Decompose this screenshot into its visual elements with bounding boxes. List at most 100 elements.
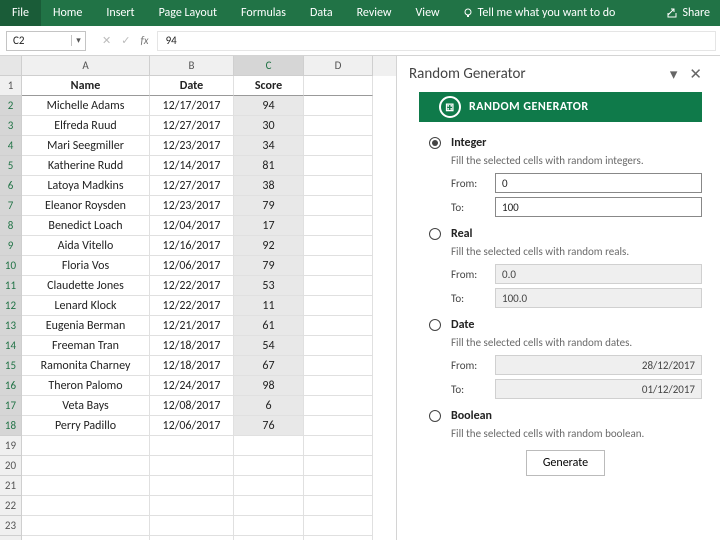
cell[interactable] — [304, 116, 373, 136]
cell[interactable] — [304, 176, 373, 196]
cell[interactable] — [22, 516, 150, 536]
row-header[interactable]: 21 — [0, 476, 22, 496]
radio-date[interactable]: Date — [429, 318, 702, 332]
row-header[interactable]: 18 — [0, 416, 22, 436]
cell[interactable]: Name — [22, 76, 150, 96]
cell[interactable]: 53 — [234, 276, 304, 296]
cell[interactable]: Claudette Jones — [22, 276, 150, 296]
row-header[interactable]: 3 — [0, 116, 22, 136]
col-header-b[interactable]: B — [150, 56, 234, 76]
cell[interactable]: 81 — [234, 156, 304, 176]
row-header[interactable]: 14 — [0, 336, 22, 356]
cell[interactable]: Veta Bays — [22, 396, 150, 416]
cell[interactable]: Mari Seegmiller — [22, 136, 150, 156]
row-header[interactable]: 1 — [0, 76, 22, 96]
cell[interactable] — [22, 476, 150, 496]
cell[interactable]: 12/27/2017 — [150, 176, 234, 196]
cell[interactable]: 12/24/2017 — [150, 376, 234, 396]
cell[interactable] — [150, 476, 234, 496]
cell[interactable]: 12/17/2017 — [150, 96, 234, 116]
row-header[interactable]: 2 — [0, 96, 22, 116]
cell[interactable] — [304, 536, 373, 540]
cell[interactable] — [304, 456, 373, 476]
tab-formulas[interactable]: Formulas — [229, 0, 298, 26]
cell[interactable] — [22, 436, 150, 456]
cell[interactable]: 12/08/2017 — [150, 396, 234, 416]
row-header[interactable]: 24 — [0, 536, 22, 540]
cell[interactable]: 12/04/2017 — [150, 216, 234, 236]
row-header[interactable]: 4 — [0, 136, 22, 156]
cell[interactable]: 34 — [234, 136, 304, 156]
cell[interactable]: Freeman Tran — [22, 336, 150, 356]
col-header-c[interactable]: C — [234, 56, 304, 76]
cell[interactable] — [304, 216, 373, 236]
cell[interactable]: 12/22/2017 — [150, 276, 234, 296]
cell[interactable] — [304, 276, 373, 296]
row-header[interactable]: 17 — [0, 396, 22, 416]
cell[interactable]: 67 — [234, 356, 304, 376]
fx-icon[interactable]: fx — [140, 34, 148, 47]
cell[interactable]: 17 — [234, 216, 304, 236]
cell[interactable]: 12/06/2017 — [150, 416, 234, 436]
cell[interactable]: 6 — [234, 396, 304, 416]
cell[interactable]: 12/21/2017 — [150, 316, 234, 336]
tab-data[interactable]: Data — [298, 0, 345, 26]
cell[interactable]: Lenard Klock — [22, 296, 150, 316]
real-to-input[interactable]: 100.0 — [495, 288, 702, 308]
cell[interactable] — [150, 456, 234, 476]
select-all-corner[interactable] — [0, 56, 22, 76]
cell[interactable]: Theron Palomo — [22, 376, 150, 396]
cell[interactable]: Michelle Adams — [22, 96, 150, 116]
cell[interactable]: Perry Padillo — [22, 416, 150, 436]
radio-real[interactable]: Real — [429, 227, 702, 241]
int-from-input[interactable]: 0 — [495, 173, 702, 193]
close-icon[interactable]: ✕ — [683, 65, 708, 84]
cell[interactable]: 61 — [234, 316, 304, 336]
row-header[interactable]: 23 — [0, 516, 22, 536]
cell[interactable] — [150, 496, 234, 516]
cell[interactable] — [304, 516, 373, 536]
cell[interactable] — [304, 416, 373, 436]
cell[interactable] — [304, 436, 373, 456]
cell[interactable] — [304, 496, 373, 516]
cell[interactable]: 12/22/2017 — [150, 296, 234, 316]
cell[interactable]: Elfreda Ruud — [22, 116, 150, 136]
cell[interactable]: 94 — [234, 96, 304, 116]
name-box[interactable]: C2 ▾ — [6, 31, 86, 51]
cell[interactable]: Date — [150, 76, 234, 96]
cell[interactable] — [150, 436, 234, 456]
tell-me[interactable]: Tell me what you want to do — [452, 6, 626, 20]
cell[interactable]: Score — [234, 76, 304, 96]
cell[interactable]: Eleanor Roysden — [22, 196, 150, 216]
chevron-down-icon[interactable]: ▾ — [71, 35, 85, 46]
tab-file[interactable]: File — [0, 0, 41, 26]
cell[interactable] — [22, 456, 150, 476]
row-header[interactable]: 5 — [0, 156, 22, 176]
cell[interactable]: Latoya Madkins — [22, 176, 150, 196]
cell[interactable] — [234, 476, 304, 496]
cell[interactable] — [234, 436, 304, 456]
row-header[interactable]: 12 — [0, 296, 22, 316]
cell[interactable] — [22, 496, 150, 516]
row-header[interactable]: 16 — [0, 376, 22, 396]
radio-integer[interactable]: Integer — [429, 136, 702, 150]
cell[interactable] — [304, 476, 373, 496]
row-header[interactable]: 8 — [0, 216, 22, 236]
real-from-input[interactable]: 0.0 — [495, 264, 702, 284]
row-header[interactable]: 20 — [0, 456, 22, 476]
cell[interactable]: 12/14/2017 — [150, 156, 234, 176]
cell[interactable]: 12/18/2017 — [150, 336, 234, 356]
row-header[interactable]: 13 — [0, 316, 22, 336]
tab-insert[interactable]: Insert — [94, 0, 146, 26]
tab-home[interactable]: Home — [41, 0, 94, 26]
cell[interactable] — [234, 456, 304, 476]
tab-pagelayout[interactable]: Page Layout — [147, 0, 229, 26]
date-from-input[interactable]: 28/12/2017 — [495, 355, 702, 375]
cell[interactable]: Katherine Rudd — [22, 156, 150, 176]
row-header[interactable]: 10 — [0, 256, 22, 276]
cell[interactable] — [304, 356, 373, 376]
cell[interactable]: Eugenia Berman — [22, 316, 150, 336]
cell[interactable]: 12/06/2017 — [150, 256, 234, 276]
cell[interactable]: 79 — [234, 196, 304, 216]
cell[interactable] — [150, 516, 234, 536]
